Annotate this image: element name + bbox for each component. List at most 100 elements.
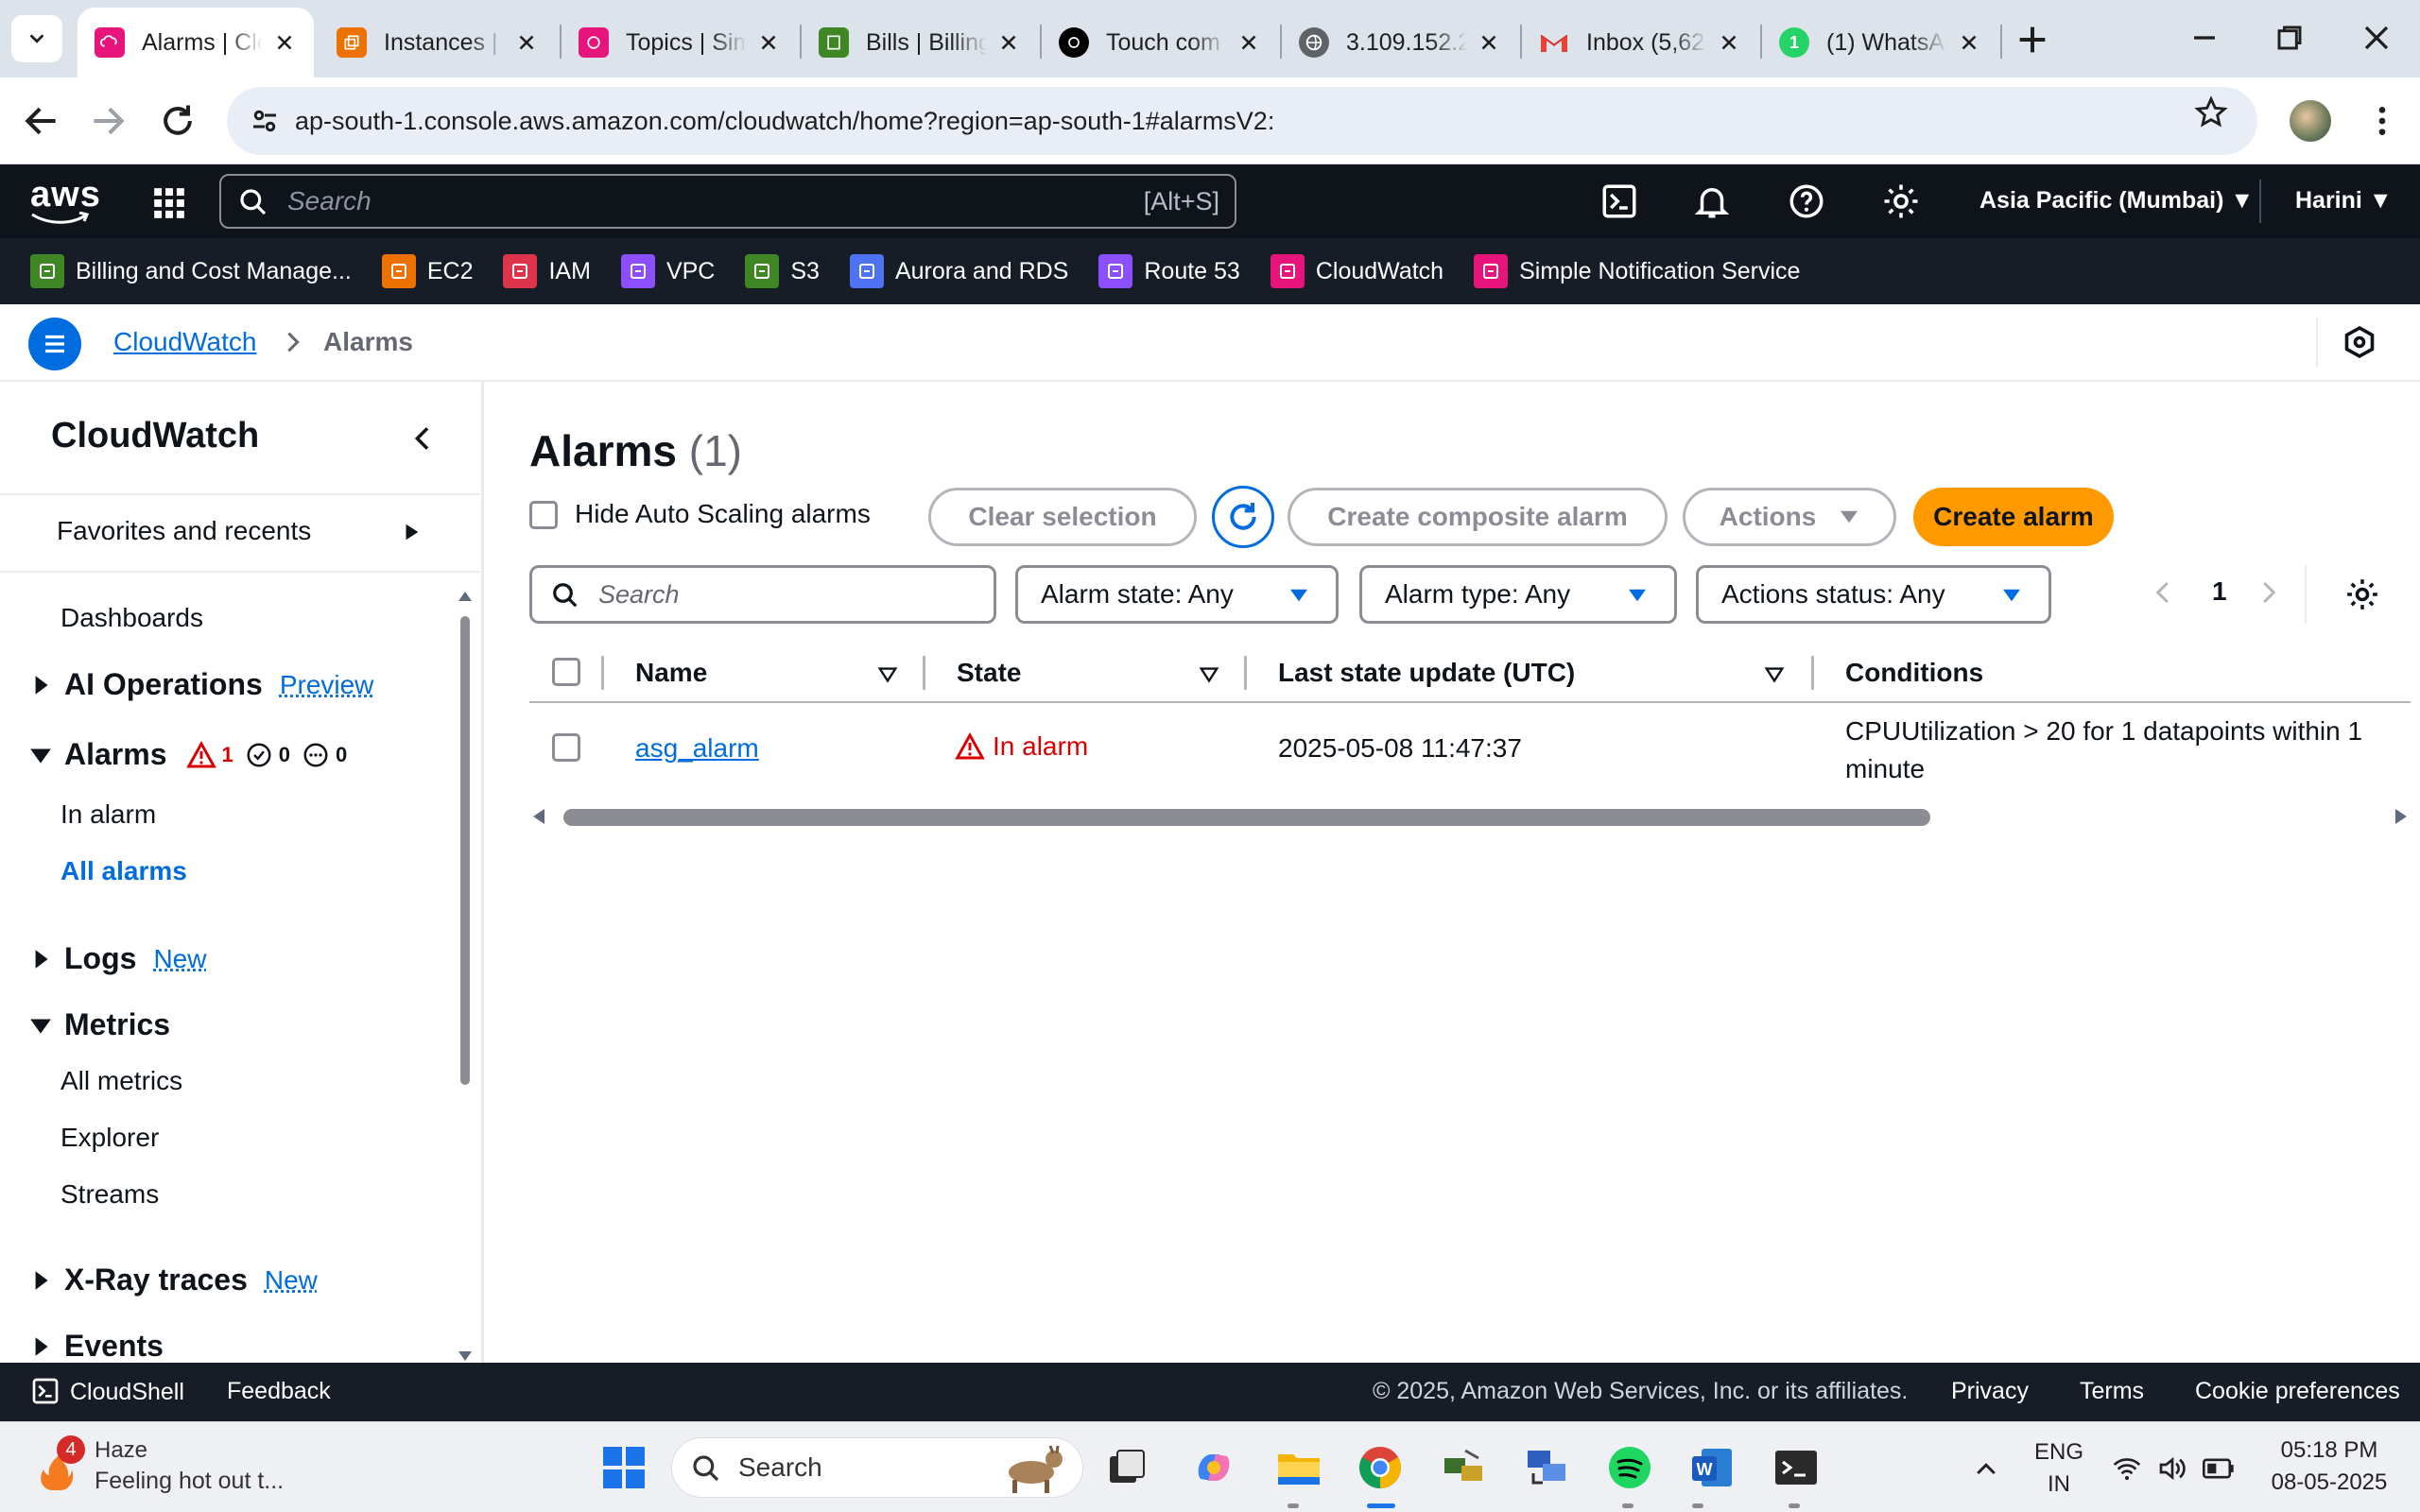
alarm-name-link[interactable]: asg_alarm [635, 733, 759, 764]
select-all-checkbox[interactable] [552, 658, 580, 686]
favorite-aurora-and-rds[interactable]: Aurora and RDS [849, 254, 1068, 288]
hide-autoscaling-label[interactable]: Hide Auto Scaling alarms [575, 499, 871, 529]
close-tab-icon[interactable] [756, 30, 781, 55]
address-bar[interactable]: ap-south-1.console.aws.amazon.com/cloudw… [227, 87, 2257, 155]
word-icon[interactable]: W [1686, 1441, 1739, 1494]
alarm-type-filter[interactable]: Alarm type: Any [1359, 565, 1677, 624]
sidebar-item-streams[interactable]: Streams [60, 1179, 159, 1210]
battery-icon[interactable] [2203, 1456, 2235, 1481]
browser-tab-1[interactable]: Instances | EC2 [320, 8, 556, 77]
sidebar-section-xray[interactable]: X-Ray traces New [28, 1263, 318, 1297]
previous-page-icon[interactable] [2150, 578, 2178, 607]
close-window-icon[interactable] [2356, 17, 2397, 59]
favorite-route-53[interactable]: Route 53 [1098, 254, 1240, 288]
task-view-icon[interactable] [1100, 1441, 1153, 1494]
sort-caret-down-icon[interactable] [1199, 665, 1219, 684]
language-indicator[interactable]: ENG IN [2029, 1439, 2089, 1498]
notifications-bell-icon[interactable] [1692, 181, 1732, 221]
more-menu-icon[interactable] [2363, 102, 2401, 140]
alarm-search-input[interactable]: Search [529, 565, 996, 624]
site-info-icon[interactable] [248, 104, 282, 138]
close-tab-icon[interactable] [272, 30, 297, 55]
preview-badge[interactable]: Preview [280, 670, 374, 700]
show-hidden-icons-chevron-icon[interactable] [1972, 1454, 2000, 1483]
close-tab-icon[interactable] [996, 30, 1021, 55]
browser-tab-3[interactable]: Bills | Billing [802, 8, 1038, 77]
settings-gear-icon[interactable] [1881, 181, 1921, 221]
sidebar-item-all-alarms[interactable]: All alarms [60, 856, 187, 886]
menu-hamburger-button[interactable] [28, 318, 81, 370]
profile-avatar[interactable] [2290, 100, 2331, 142]
terms-link[interactable]: Terms [2080, 1378, 2144, 1405]
row-checkbox[interactable] [552, 733, 580, 762]
current-page-number[interactable]: 1 [2212, 576, 2227, 607]
close-tab-icon[interactable] [1477, 30, 1501, 55]
hexagon-info-icon[interactable] [2342, 325, 2377, 359]
close-tab-icon[interactable] [1717, 30, 1741, 55]
tab-search-button[interactable] [11, 15, 62, 62]
new-tab-plus-icon[interactable] [2014, 21, 2051, 59]
terminal-icon[interactable] [1770, 1441, 1823, 1494]
feedback-link[interactable]: Feedback [227, 1378, 331, 1405]
refresh-button[interactable] [1212, 486, 1274, 548]
restore-icon[interactable] [2269, 17, 2310, 59]
sidebar-section-metrics[interactable]: Metrics [28, 1007, 170, 1042]
column-header-last-update[interactable]: Last state update (UTC) [1278, 658, 1575, 688]
hide-autoscaling-checkbox[interactable] [529, 501, 558, 529]
browser-tab-0[interactable]: Alarms | CloudWatch [78, 8, 314, 77]
sort-caret-down-icon[interactable] [877, 665, 898, 684]
close-tab-icon[interactable] [1957, 30, 1981, 55]
create-composite-alarm-button[interactable]: Create composite alarm [1288, 488, 1668, 546]
browser-tab-2[interactable]: Topics | Simple Notification Service [562, 8, 798, 77]
clear-selection-button[interactable]: Clear selection [928, 488, 1197, 546]
browser-tab-6[interactable]: Inbox (5,62 [1522, 8, 1758, 77]
breadcrumb-cloudwatch-link[interactable]: CloudWatch [113, 327, 256, 357]
cloudshell-button[interactable]: CloudShell [30, 1378, 184, 1406]
aws-logo[interactable]: aws [30, 177, 100, 225]
browser-tab-5[interactable]: 3.109.152.2 [1282, 8, 1518, 77]
close-tab-icon[interactable] [1236, 30, 1261, 55]
region-selector[interactable]: Asia Pacific (Mumbai) ▼ [1979, 187, 2254, 215]
windows-start-icon[interactable] [597, 1441, 650, 1494]
sidebar-section-logs[interactable]: Logs New [28, 941, 206, 976]
actions-status-filter[interactable]: Actions status: Any [1696, 565, 2051, 624]
chrome-icon[interactable] [1354, 1441, 1407, 1494]
cloudshell-icon[interactable] [1599, 181, 1639, 221]
sidebar-item-explorer[interactable]: Explorer [60, 1123, 159, 1153]
table-preferences-gear-icon[interactable] [2344, 576, 2380, 612]
browser-tab-7[interactable]: 1 (1) WhatsApp [1762, 8, 1998, 77]
new-badge[interactable]: New [265, 1265, 318, 1296]
sidebar-scroll-thumb[interactable] [460, 616, 470, 1085]
minimize-icon[interactable] [2184, 17, 2225, 59]
copilot-icon[interactable] [1187, 1441, 1240, 1494]
network-tool-icon[interactable] [1437, 1441, 1490, 1494]
close-tab-icon[interactable] [514, 30, 539, 55]
remote-desktop-icon[interactable] [1520, 1441, 1573, 1494]
sidebar-item-dashboards[interactable]: Dashboards [60, 603, 203, 633]
cookie-preferences-link[interactable]: Cookie preferences [2195, 1378, 2400, 1405]
reload-icon[interactable] [157, 100, 199, 142]
sidebar-item-in-alarm[interactable]: In alarm [60, 799, 156, 830]
clock[interactable]: 05:18 PM 08-05-2025 [2256, 1437, 2403, 1496]
favorite-simple-notification-service[interactable]: Simple Notification Service [1474, 254, 1800, 288]
favorite-billing-and-cost-manage[interactable]: Billing and Cost Manage... [30, 254, 352, 288]
favorite-s3[interactable]: S3 [745, 254, 820, 288]
favorite-iam[interactable]: IAM [503, 254, 591, 288]
new-badge[interactable]: New [153, 944, 206, 974]
alarm-state-filter[interactable]: Alarm state: Any [1015, 565, 1339, 624]
sort-caret-down-icon[interactable] [1764, 665, 1785, 684]
aws-search-input[interactable]: Search [Alt+S] [219, 174, 1236, 229]
favorite-vpc[interactable]: VPC [620, 254, 715, 288]
sidebar-item-all-metrics[interactable]: All metrics [60, 1066, 182, 1096]
caret-right-icon[interactable] [401, 522, 422, 542]
back-arrow-icon[interactable] [21, 100, 62, 142]
sidebar-section-ai-operations[interactable]: AI Operations Preview [28, 667, 373, 702]
favorite-ec2[interactable]: EC2 [381, 254, 473, 288]
favorite-cloudwatch[interactable]: CloudWatch [1270, 254, 1443, 288]
help-icon[interactable] [1787, 181, 1826, 221]
forward-arrow-icon[interactable] [87, 100, 129, 142]
volume-icon[interactable] [2157, 1454, 2187, 1483]
taskbar-search[interactable]: Search [671, 1437, 1083, 1498]
bookmark-star-icon[interactable] [2193, 94, 2229, 130]
next-page-icon[interactable] [2254, 578, 2282, 607]
